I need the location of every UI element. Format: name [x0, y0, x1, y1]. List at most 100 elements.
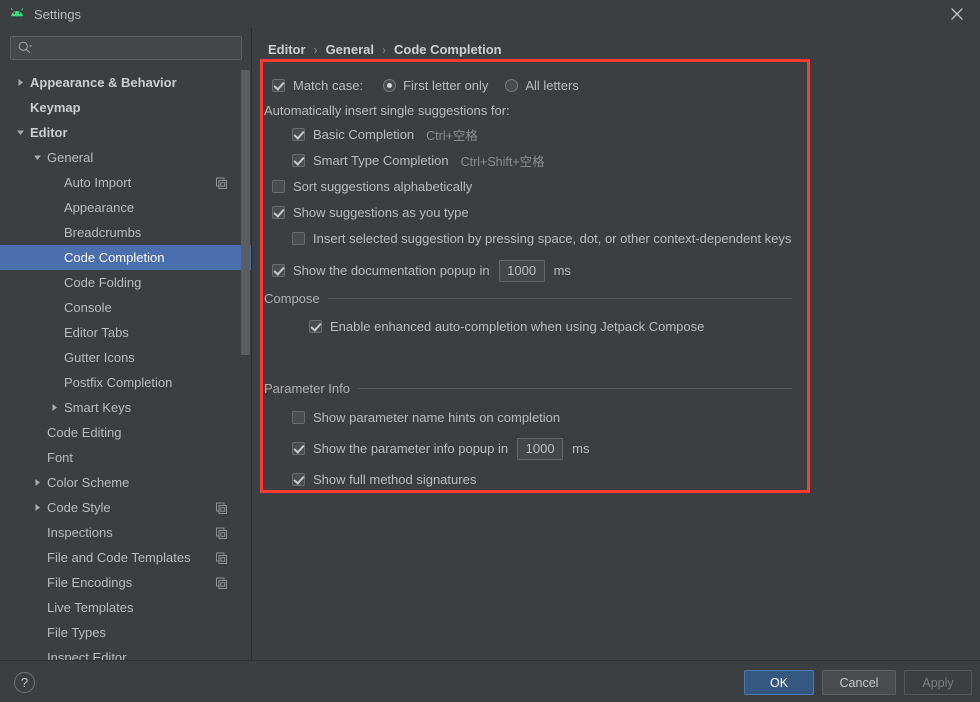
param-name-hints-label: Show parameter name hints on completion: [313, 410, 561, 425]
sidebar-item-keymap[interactable]: Keymap: [0, 95, 252, 120]
sidebar-item-code-completion[interactable]: Code Completion: [0, 245, 252, 270]
sort-alphabetically-checkbox[interactable]: [272, 180, 285, 193]
compose-enable-checkbox[interactable]: [309, 320, 322, 333]
dialog-footer: ? OK Cancel Apply: [0, 660, 980, 702]
sidebar-item-appearance[interactable]: Appearance: [0, 195, 252, 220]
show-as-you-type-label: Show suggestions as you type: [293, 205, 469, 220]
breadcrumb-item-code-completion: Code Completion: [393, 42, 502, 57]
insert-selected-label: Insert selected suggestion by pressing s…: [313, 231, 792, 246]
breadcrumb-item-general[interactable]: General: [326, 42, 374, 57]
sort-alphabetically-label: Sort suggestions alphabetically: [293, 179, 473, 194]
sidebar-item-label: Appearance: [64, 200, 135, 215]
apply-button[interactable]: Apply: [904, 670, 972, 695]
param-info-delay-input[interactable]: [517, 437, 564, 460]
auto-insert-header: Automatically insert single suggestions …: [264, 98, 510, 123]
match-case-label: Match case:: [293, 78, 364, 93]
chevron-right-icon[interactable]: [48, 401, 61, 414]
sidebar-item-editor-tabs[interactable]: Editor Tabs: [0, 320, 252, 345]
search-input[interactable]: [33, 41, 241, 55]
search-box[interactable]: [10, 36, 242, 60]
copy-settings-icon[interactable]: [215, 576, 228, 589]
title-bar: Settings: [0, 0, 980, 28]
chevron-right-icon[interactable]: [31, 476, 44, 489]
basic-completion-row: Basic Completion Ctrl+空格: [292, 122, 478, 147]
show-as-you-type-checkbox[interactable]: [272, 206, 285, 219]
cancel-button[interactable]: Cancel: [822, 670, 896, 695]
copy-settings-icon[interactable]: [215, 501, 228, 514]
sidebar-item-label: Live Templates: [47, 600, 134, 615]
full-signatures-row: Show full method signatures: [292, 467, 476, 492]
settings-sidebar: Appearance & Behavior Keymap Editor General…: [0, 28, 252, 660]
chevron-down-icon[interactable]: [31, 151, 44, 164]
basic-completion-label: Basic Completion: [313, 127, 415, 142]
sidebar-item-file-and-code-templates[interactable]: File and Code Templates: [0, 545, 252, 570]
chevron-right-icon: ›: [381, 42, 386, 57]
section-divider: [327, 297, 792, 299]
param-info-popup-checkbox[interactable]: [292, 442, 305, 455]
settings-main-panel: Editor › General › Code Completion Match…: [252, 28, 980, 660]
doc-popup-delay-input[interactable]: [498, 259, 545, 282]
breadcrumb-item-editor[interactable]: Editor: [268, 42, 306, 57]
full-signatures-checkbox[interactable]: [292, 473, 305, 486]
sidebar-item-label: Breadcrumbs: [64, 225, 142, 240]
insert-selected-checkbox[interactable]: [292, 232, 305, 245]
highlighted-settings-region: Match case: First letter only All letter…: [260, 59, 810, 493]
sidebar-item-font[interactable]: Font: [0, 445, 252, 470]
smart-type-completion-checkbox[interactable]: [292, 154, 305, 167]
sidebar-item-console[interactable]: Console: [0, 295, 252, 320]
sidebar-item-gutter-icons[interactable]: Gutter Icons: [0, 345, 252, 370]
smart-type-completion-label: Smart Type Completion: [313, 153, 449, 168]
copy-settings-icon[interactable]: [215, 526, 228, 539]
compose-section-header: Compose: [264, 288, 792, 308]
chevron-right-icon[interactable]: [14, 76, 27, 89]
sidebar-item-file-encodings[interactable]: File Encodings: [0, 570, 252, 595]
sidebar-item-auto-import[interactable]: Auto Import: [0, 170, 252, 195]
sidebar-item-code-style[interactable]: Code Style: [0, 495, 252, 520]
sidebar-item-breadcrumbs[interactable]: Breadcrumbs: [0, 220, 252, 245]
section-divider: [358, 387, 792, 389]
sidebar-item-smart-keys[interactable]: Smart Keys: [0, 395, 252, 420]
doc-popup-label: Show the documentation popup in: [293, 263, 490, 278]
chevron-down-icon[interactable]: [14, 126, 27, 139]
sidebar-item-label: Inspections: [47, 525, 113, 540]
sidebar-item-postfix-completion[interactable]: Postfix Completion: [0, 370, 252, 395]
sidebar-item-label: Inspect Editor: [47, 650, 127, 660]
doc-popup-checkbox[interactable]: [272, 264, 285, 277]
sidebar-item-code-editing[interactable]: Code Editing: [0, 420, 252, 445]
sidebar-item-label: Code Folding: [64, 275, 142, 290]
match-case-checkbox[interactable]: [272, 79, 285, 92]
sidebar-item-live-templates[interactable]: Live Templates: [0, 595, 252, 620]
param-info-popup-unit: ms: [572, 441, 590, 456]
param-name-hints-checkbox[interactable]: [292, 411, 305, 424]
sidebar-item-label: Postfix Completion: [64, 375, 173, 390]
all-letters-radio[interactable]: [505, 79, 519, 92]
sidebar-item-label: Appearance & Behavior: [30, 75, 177, 90]
first-letter-only-radio[interactable]: [383, 79, 397, 92]
copy-settings-icon[interactable]: [215, 551, 228, 564]
first-letter-only-label: First letter only: [403, 78, 489, 93]
help-icon[interactable]: ?: [14, 672, 35, 693]
match-case-row: Match case: First letter only All letter…: [272, 73, 579, 98]
param-name-hints-row: Show parameter name hints on completion: [292, 405, 560, 430]
doc-popup-row: Show the documentation popup in ms: [272, 258, 571, 283]
sidebar-item-code-folding[interactable]: Code Folding: [0, 270, 252, 295]
param-info-popup-label: Show the parameter info popup in: [313, 441, 509, 456]
sidebar-item-general[interactable]: General: [0, 145, 252, 170]
basic-completion-checkbox[interactable]: [292, 128, 305, 141]
sidebar-item-label: Editor: [30, 125, 68, 140]
sidebar-item-editor[interactable]: Editor: [0, 120, 252, 145]
close-icon[interactable]: [934, 0, 980, 28]
sidebar-item-file-types[interactable]: File Types: [0, 620, 252, 645]
param-info-popup-row: Show the parameter info popup in ms: [292, 436, 589, 461]
sidebar-item-color-scheme[interactable]: Color Scheme: [0, 470, 252, 495]
sidebar-item-appearance-behavior[interactable]: Appearance & Behavior: [0, 70, 252, 95]
sidebar-item-label: File Encodings: [47, 575, 133, 590]
chevron-right-icon[interactable]: [31, 501, 44, 514]
sidebar-item-inspections[interactable]: Inspections: [0, 520, 252, 545]
sidebar-scrollbar-thumb[interactable]: [241, 70, 250, 355]
copy-settings-icon[interactable]: [215, 176, 228, 189]
breadcrumb: Editor › General › Code Completion: [268, 42, 502, 57]
ok-button[interactable]: OK: [744, 670, 814, 695]
search-container: [0, 28, 252, 66]
sidebar-item-inspect-editor[interactable]: Inspect Editor: [0, 645, 252, 660]
